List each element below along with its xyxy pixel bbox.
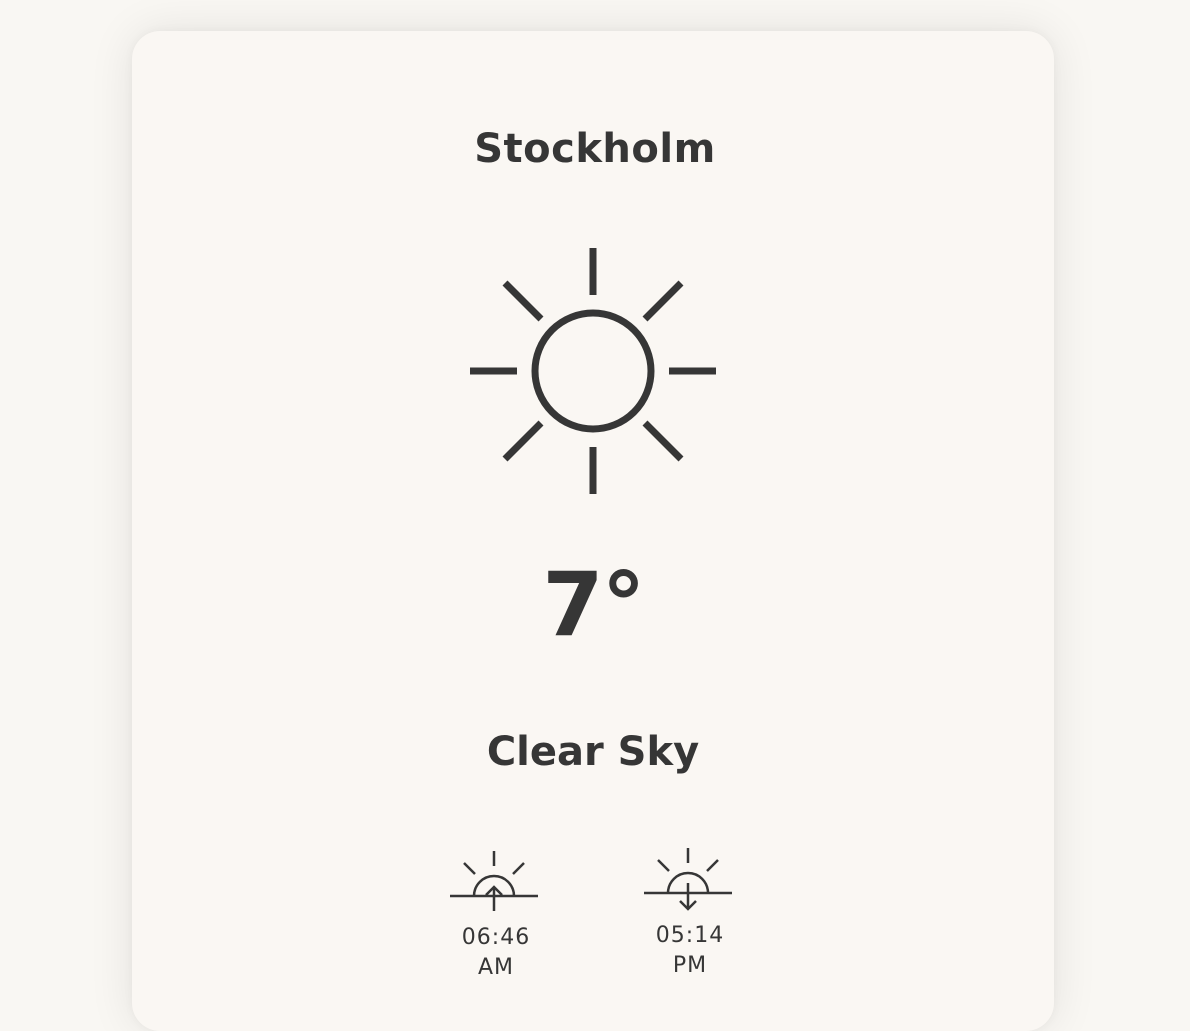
- sunset: 05:14 PM: [630, 845, 750, 981]
- sunrise-time: 06:46 AM: [436, 923, 556, 983]
- sunrise: 06:46 AM: [436, 847, 556, 983]
- sunset-time: 05:14 PM: [630, 921, 750, 981]
- weather-card: [132, 31, 1054, 1031]
- temperature: 7°: [542, 553, 645, 656]
- sunset-icon: [630, 845, 750, 913]
- sunset-time-period: PM: [672, 953, 708, 978]
- sunrise-time-value: 06:46: [461, 925, 531, 950]
- weather-condition: Clear Sky: [486, 729, 700, 775]
- sunset-time-value: 05:14: [655, 923, 725, 948]
- sunrise-time-period: AM: [477, 955, 515, 980]
- sun-icon: [469, 247, 717, 495]
- city-name: Stockholm: [474, 126, 716, 172]
- sunrise-icon: [436, 847, 556, 915]
